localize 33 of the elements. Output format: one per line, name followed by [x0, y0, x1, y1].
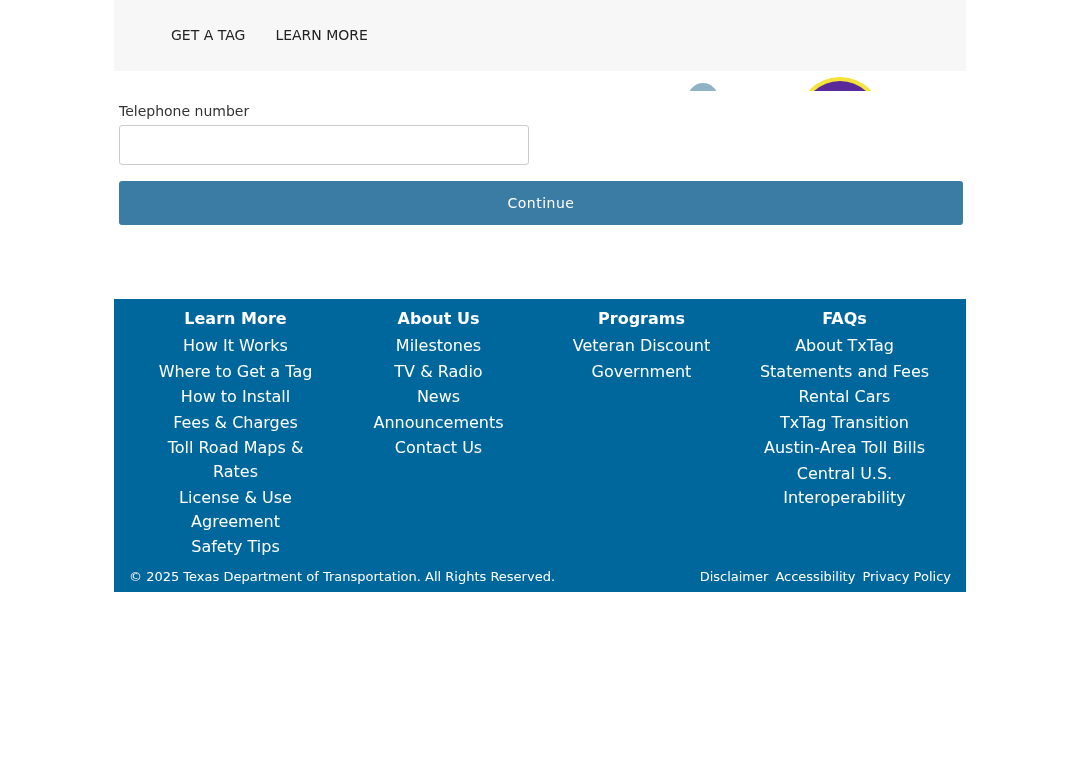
- legal-link[interactable]: Accessibility: [775, 566, 856, 586]
- footer-link[interactable]: Fees & Charges: [173, 410, 298, 435]
- footer-heading: Programs: [598, 309, 685, 329]
- field-label: Telephone number: [119, 102, 251, 121]
- footer-link[interactable]: Statements and Fees: [759, 359, 930, 384]
- footer-link[interactable]: Where to Get a Tag: [158, 359, 313, 384]
- footer-link[interactable]: Milestones: [395, 334, 482, 358]
- footer-link[interactable]: TxTag Transition: [780, 410, 909, 435]
- footer-link[interactable]: About TxTag: [795, 334, 894, 358]
- footer-link[interactable]: Safety Tips: [191, 535, 280, 559]
- footer-link[interactable]: TV & Radio: [394, 359, 483, 384]
- footer-link[interactable]: License & Use Agreement: [150, 485, 321, 534]
- legal-link[interactable]: Disclaimer: [699, 566, 769, 586]
- footer-link[interactable]: Announcements: [373, 410, 504, 435]
- footer-heading: FAQs: [822, 309, 867, 329]
- footer-link[interactable]: News: [416, 385, 461, 409]
- footer-link[interactable]: Government: [591, 359, 692, 384]
- footer-link[interactable]: Central U.S. Interoperability: [759, 461, 930, 510]
- footer-link[interactable]: Austin-Area Toll Bills: [763, 436, 926, 460]
- continue-button[interactable]: Continue: [119, 181, 963, 225]
- nav-link[interactable]: GET A TAG: [171, 25, 246, 46]
- footer-link[interactable]: How It Works: [183, 334, 288, 358]
- legal-link[interactable]: Privacy Policy: [862, 566, 951, 586]
- footer-link[interactable]: Toll Road Maps & Rates: [150, 436, 321, 484]
- footer-heading: About Us: [397, 309, 480, 329]
- nav-link[interactable]: LEARN MORE: [275, 25, 368, 46]
- telephone-input[interactable]: [119, 125, 529, 165]
- footer-link[interactable]: Rental Cars: [798, 385, 891, 409]
- footer-link[interactable]: Contact Us: [394, 436, 483, 460]
- footer-link[interactable]: How to Install: [180, 385, 291, 409]
- copyright-text: © 2025 Texas Department of Transportation. All Rights Reserved.: [129, 567, 556, 586]
- footer-heading: Learn More: [184, 309, 287, 329]
- footer-link[interactable]: Veteran Discount: [572, 334, 711, 358]
